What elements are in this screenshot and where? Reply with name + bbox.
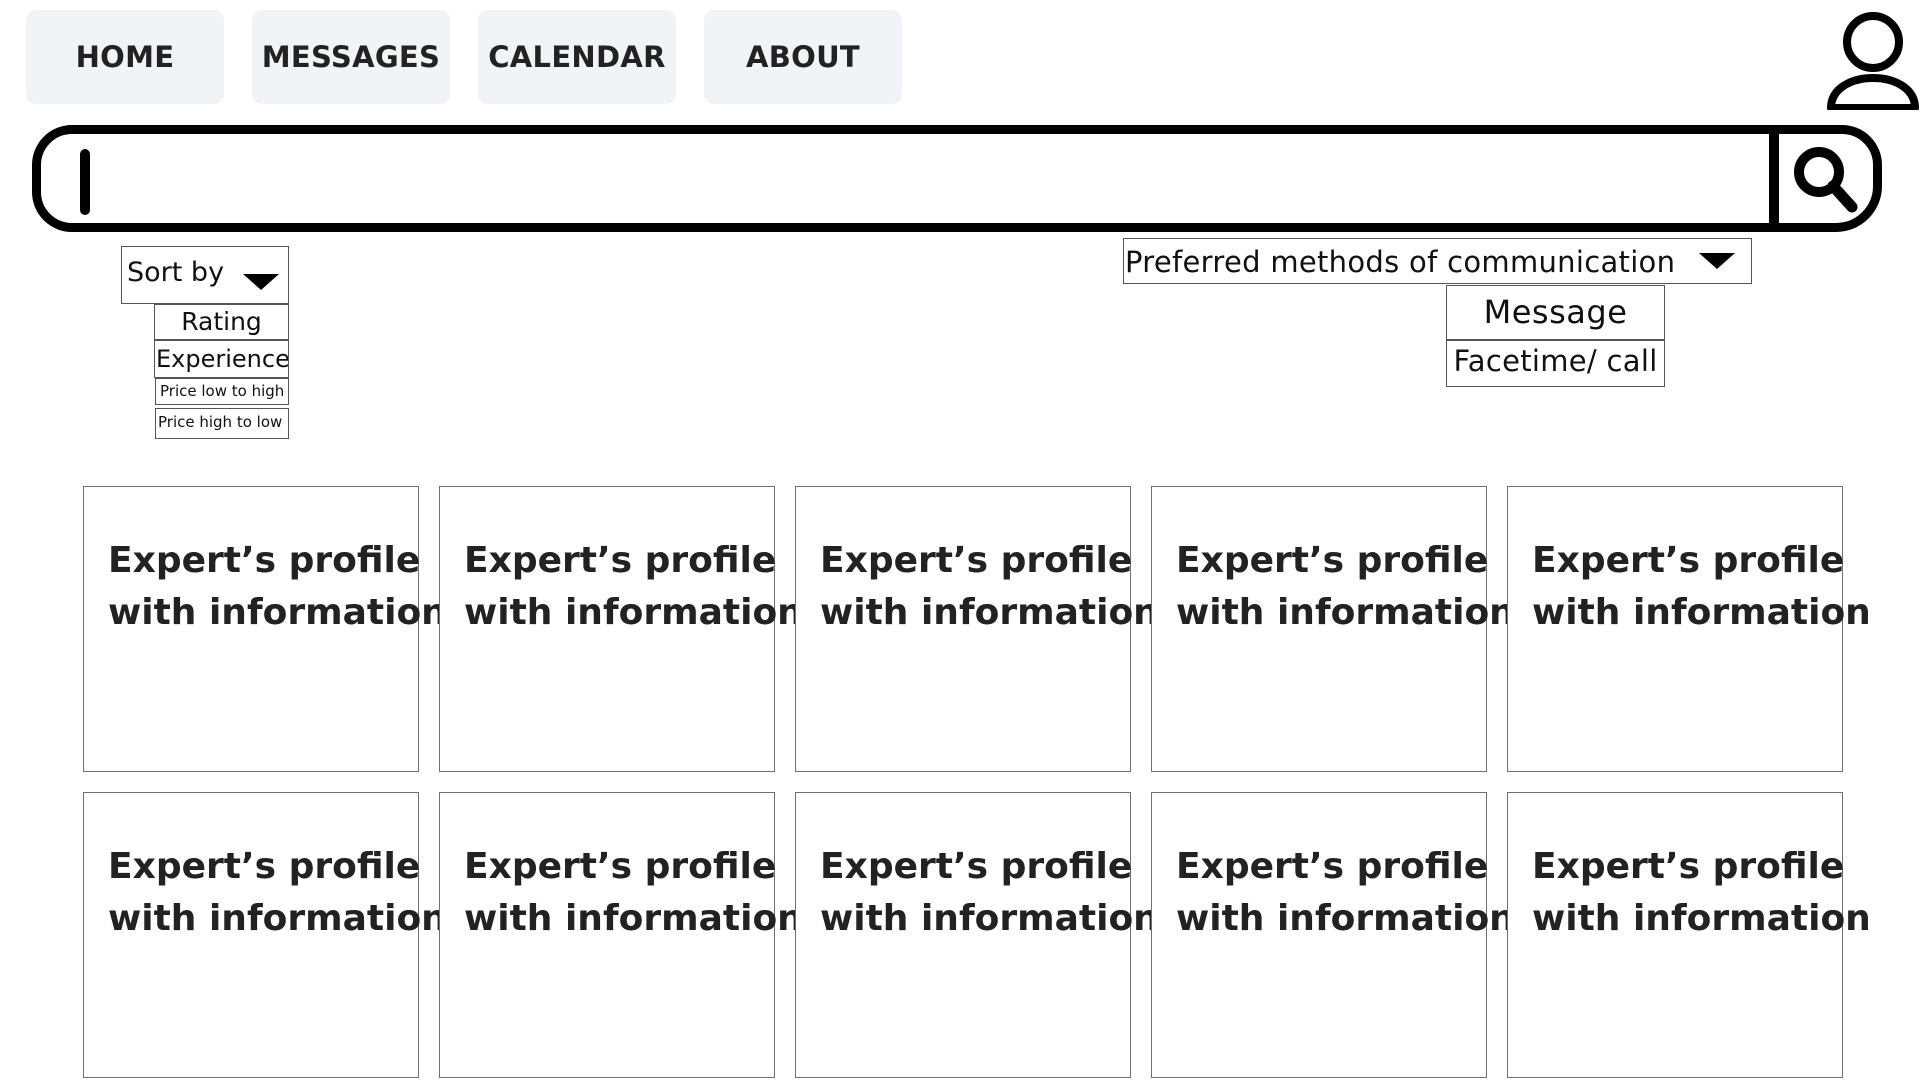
expert-card-text: Expert’s profile with information: [1176, 535, 1515, 639]
text-cursor: [80, 149, 90, 215]
expert-card-text: Expert’s profile with information: [1532, 841, 1871, 945]
user-profile-icon[interactable]: [1825, 10, 1920, 112]
expert-card-line: Expert’s profile: [1176, 540, 1489, 581]
expert-card-line: with information: [108, 592, 447, 633]
communication-option-facetime-call[interactable]: Facetime/ call: [1446, 340, 1665, 387]
expert-card-text: Expert’s profile with information: [464, 535, 803, 639]
expert-card[interactable]: Expert’s profile with information: [83, 792, 447, 1078]
expert-card-line: with information: [1532, 592, 1871, 633]
expert-card[interactable]: Expert’s profile with information: [795, 792, 1159, 1078]
expert-card-line: with information: [1176, 898, 1515, 939]
expert-card-text: Expert’s profile with information: [1176, 841, 1515, 945]
chevron-down-icon: [1699, 253, 1735, 269]
expert-card[interactable]: Expert’s profile with information: [83, 486, 447, 772]
communication-option-message[interactable]: Message: [1446, 285, 1665, 340]
search-divider: [1769, 134, 1779, 223]
expert-card-line: with information: [108, 898, 447, 939]
expert-card[interactable]: Expert’s profile with information: [1151, 486, 1515, 772]
expert-card[interactable]: Expert’s profile with information: [1151, 792, 1515, 1078]
expert-card-text: Expert’s profile with information: [108, 841, 447, 945]
expert-card-line: Expert’s profile: [1532, 540, 1845, 581]
expert-card-line: Expert’s profile: [464, 540, 777, 581]
expert-card-line: with information: [464, 898, 803, 939]
sort-option-price-high-to-low[interactable]: Price high to low: [155, 408, 289, 439]
expert-card-line: Expert’s profile: [820, 540, 1133, 581]
expert-card[interactable]: Expert’s profile with information: [1507, 792, 1871, 1078]
expert-card-text: Expert’s profile with information: [108, 535, 447, 639]
expert-card-line: Expert’s profile: [464, 846, 777, 887]
search-input[interactable]: [81, 138, 1781, 220]
search-icon: [1794, 146, 1858, 212]
nav-home-button[interactable]: HOME: [26, 10, 224, 104]
sort-by-label: Sort by: [127, 257, 225, 288]
expert-card-line: with information: [1176, 592, 1515, 633]
expert-card[interactable]: Expert’s profile with information: [439, 792, 803, 1078]
search-bar: [32, 125, 1882, 232]
expert-card-line: with information: [820, 898, 1159, 939]
communication-method-label: Preferred methods of communication: [1125, 245, 1676, 279]
search-button[interactable]: [1779, 134, 1873, 223]
sort-option-price-low-to-high[interactable]: Price low to high: [155, 378, 289, 405]
nav-about-button[interactable]: ABOUT: [704, 10, 902, 104]
expert-card[interactable]: Expert’s profile with information: [439, 486, 803, 772]
expert-card-line: Expert’s profile: [108, 540, 421, 581]
communication-method-dropdown[interactable]: Preferred methods of communication: [1123, 238, 1752, 284]
expert-card-grid: Expert’s profile with information Expert…: [83, 486, 1871, 1078]
expert-card-line: Expert’s profile: [820, 846, 1133, 887]
chevron-down-icon: [243, 274, 279, 290]
expert-card-line: Expert’s profile: [1176, 846, 1489, 887]
sort-option-rating[interactable]: Rating: [154, 304, 289, 340]
expert-card[interactable]: Expert’s profile with information: [795, 486, 1159, 772]
expert-card[interactable]: Expert’s profile with information: [1507, 486, 1871, 772]
expert-card-text: Expert’s profile with information: [820, 841, 1159, 945]
nav-calendar-button[interactable]: CALENDAR: [478, 10, 676, 104]
sort-option-experience[interactable]: Experience: [154, 340, 289, 378]
expert-card-text: Expert’s profile with information: [464, 841, 803, 945]
expert-card-line: with information: [1532, 898, 1871, 939]
expert-card-line: with information: [820, 592, 1159, 633]
expert-card-text: Expert’s profile with information: [820, 535, 1159, 639]
sort-by-dropdown[interactable]: Sort by: [121, 246, 289, 304]
expert-card-line: Expert’s profile: [108, 846, 421, 887]
expert-card-text: Expert’s profile with information: [1532, 535, 1871, 639]
expert-card-line: with information: [464, 592, 803, 633]
nav-messages-button[interactable]: MESSAGES: [252, 10, 450, 104]
expert-card-line: Expert’s profile: [1532, 846, 1845, 887]
